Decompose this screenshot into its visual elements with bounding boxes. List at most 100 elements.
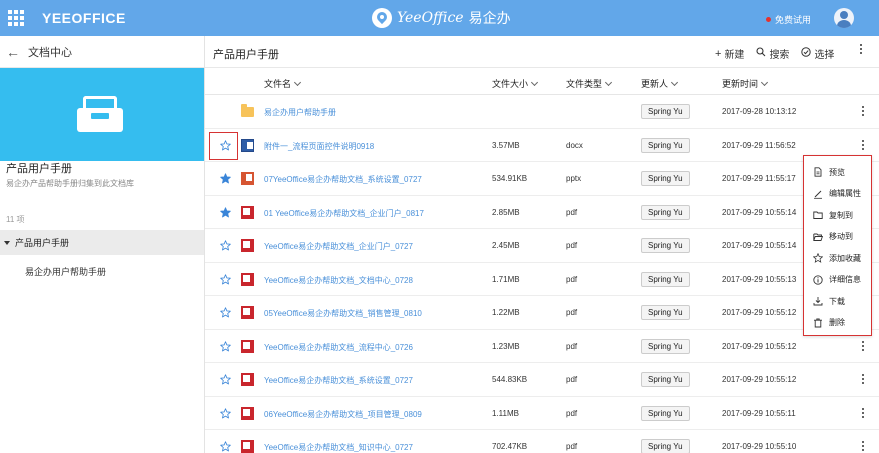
tree-item-selected[interactable]: 产品用户手册 bbox=[0, 230, 204, 255]
updater-badge: Spring Yu bbox=[641, 137, 690, 153]
star-outline-icon[interactable] bbox=[220, 407, 231, 419]
updater-badge: Spring Yu bbox=[641, 238, 690, 253]
file-name-link[interactable]: YeeOffice易企办帮助文档_系统设置_0727 bbox=[264, 375, 413, 386]
menu-item[interactable]: 预览 bbox=[804, 162, 871, 182]
file-name-link[interactable]: YeeOffice易企办帮助文档_文档中心_0728 bbox=[264, 275, 413, 286]
file-size: 2.45MB bbox=[492, 241, 520, 250]
select-button[interactable]: 选择 bbox=[801, 46, 834, 61]
table-row[interactable]: 05YeeOffice易企办帮助文档_销售管理_0810 1.22MB pdf Spr… bbox=[205, 296, 879, 330]
star-outline-icon[interactable] bbox=[220, 273, 231, 285]
col-name[interactable]: 文件名 bbox=[264, 77, 302, 90]
menu-item[interactable]: 添加收藏 bbox=[804, 248, 871, 268]
file-name-link[interactable]: YeeOffice易企办帮助文档_企业门户_0727 bbox=[264, 241, 413, 252]
free-trial-label: 免费试用 bbox=[775, 15, 812, 25]
logo-text: YeeOffice bbox=[397, 10, 464, 26]
file-name-link[interactable]: 05YeeOffice易企办帮助文档_销售管理_0810 bbox=[264, 308, 422, 319]
file-name-link[interactable]: 06YeeOffice易企办帮助文档_项目管理_0809 bbox=[264, 409, 422, 420]
tree-item-child[interactable]: 易企办用户帮助手册 bbox=[25, 265, 106, 278]
pdf-file-icon bbox=[241, 306, 254, 319]
row-more-icon[interactable] bbox=[861, 441, 865, 453]
chevron-down-icon bbox=[604, 78, 613, 87]
menu-item-label: 删除 bbox=[829, 318, 845, 327]
file-name-link[interactable]: 07YeeOffice易企办帮助文档_系统设置_0727 bbox=[264, 174, 422, 185]
star-outline-icon[interactable] bbox=[220, 441, 231, 452]
star-outline-icon[interactable] bbox=[220, 240, 231, 251]
table-row[interactable]: 易企办用户帮助手册 Spring Yu 2017-09-28 10:13:12 bbox=[205, 95, 879, 129]
row-more-icon[interactable] bbox=[861, 374, 865, 386]
file-type: docx bbox=[566, 140, 583, 150]
file-size: 544.83KB bbox=[492, 375, 528, 384]
caret-down-icon[interactable] bbox=[4, 240, 10, 245]
info-icon bbox=[813, 274, 823, 285]
menu-item[interactable]: 复制到 bbox=[804, 205, 871, 225]
chevron-down-icon bbox=[293, 78, 302, 87]
update-time: 2017-09-29 10:55:10 bbox=[722, 442, 797, 451]
logo-cn-text: 易企办 bbox=[468, 10, 511, 26]
item-count: 11 项 bbox=[6, 215, 25, 224]
menu-item[interactable]: 详细信息 bbox=[804, 270, 871, 290]
file-type: pptx bbox=[566, 174, 582, 183]
col-updater[interactable]: 更新人 bbox=[641, 77, 679, 90]
updater-badge: Spring Yu bbox=[641, 104, 690, 119]
row-more-icon[interactable] bbox=[861, 407, 865, 420]
col-time[interactable]: 更新时间 bbox=[722, 77, 769, 90]
star-filled-icon[interactable] bbox=[220, 206, 231, 218]
file-name-link[interactable]: 01 YeeOffice易企办帮助文档_企业门户_0817 bbox=[264, 208, 424, 219]
menu-item[interactable]: 移动到 bbox=[804, 227, 871, 247]
menu-item[interactable]: 删除 bbox=[804, 313, 871, 333]
user-avatar[interactable] bbox=[834, 8, 854, 28]
new-label: 新建 bbox=[724, 50, 745, 61]
star-outline-icon[interactable] bbox=[220, 307, 231, 318]
file-size: 1.71MB bbox=[492, 274, 520, 284]
update-time: 2017-09-29 11:56:52 bbox=[722, 140, 796, 150]
file-name-link[interactable]: 附件一_流程页面控件说明0918 bbox=[264, 141, 374, 152]
file-type: pdf bbox=[566, 207, 578, 217]
menu-item-label: 编辑属性 bbox=[829, 189, 861, 198]
pdf-file-icon bbox=[241, 339, 254, 353]
free-trial-link[interactable]: 免费试用 bbox=[766, 13, 811, 26]
file-type: pdf bbox=[566, 375, 578, 384]
updater-badge: Spring Yu bbox=[641, 405, 690, 421]
file-name-link[interactable]: YeeOffice易企办帮助文档_流程中心_0726 bbox=[264, 342, 413, 353]
table-row[interactable]: 01 YeeOffice易企办帮助文档_企业门户_0817 2.85MB pdf Sp… bbox=[205, 196, 879, 229]
menu-item-label: 预览 bbox=[829, 167, 845, 177]
updater-badge: Spring Yu bbox=[641, 171, 690, 186]
menu-item[interactable]: 编辑属性 bbox=[804, 184, 871, 204]
row-more-icon[interactable] bbox=[861, 340, 865, 353]
row-more-icon[interactable] bbox=[861, 106, 865, 118]
table-row[interactable]: YeeOffice易企办帮助文档_文档中心_0728 1.71MB pdf Sprin… bbox=[205, 263, 879, 296]
menu-item[interactable]: 下载 bbox=[804, 291, 871, 311]
table-row[interactable]: YeeOffice易企办帮助文档_系统设置_0727 544.83KB pdf Spr… bbox=[205, 363, 879, 397]
file-name-link[interactable]: 易企办用户帮助手册 bbox=[264, 107, 336, 118]
row-more-icon[interactable] bbox=[861, 139, 865, 152]
app-grid-icon[interactable] bbox=[8, 10, 24, 26]
table-row[interactable]: 07YeeOffice易企办帮助文档_系统设置_0727 534.91KB pptx… bbox=[205, 162, 879, 196]
tree-item-label: 产品用户手册 bbox=[15, 238, 70, 248]
select-label: 选择 bbox=[814, 50, 835, 61]
file-name-link[interactable]: YeeOffice易企办帮助文档_知识中心_0727 bbox=[264, 442, 413, 453]
new-button[interactable]: + 新建 bbox=[715, 46, 745, 62]
page-title: 产品用户手册 bbox=[213, 49, 279, 61]
more-options-icon[interactable] bbox=[859, 44, 863, 58]
col-type[interactable]: 文件类型 bbox=[566, 77, 613, 90]
table-row[interactable]: YeeOffice易企办帮助文档_知识中心_0727 702.47KB pdf Spr… bbox=[205, 430, 879, 453]
update-time: 2017-09-28 10:13:12 bbox=[722, 107, 797, 116]
star-outline-icon[interactable] bbox=[220, 340, 231, 352]
menu-item-label: 详细信息 bbox=[829, 275, 861, 284]
table-row[interactable]: YeeOffice易企办帮助文档_流程中心_0726 1.23MB pdf Sprin… bbox=[205, 330, 879, 363]
star-outline-icon[interactable] bbox=[220, 374, 231, 385]
menu-item-label: 下载 bbox=[829, 296, 845, 306]
star-filled-icon[interactable] bbox=[220, 173, 231, 184]
col-size[interactable]: 文件大小 bbox=[492, 77, 539, 90]
word-file-icon bbox=[241, 138, 254, 152]
table-row[interactable]: 附件一_流程页面控件说明0918 3.57MB docx Spring Yu 2017-… bbox=[205, 129, 879, 162]
library-title: 产品用户手册 bbox=[6, 163, 72, 175]
table-row[interactable]: 06YeeOffice易企办帮助文档_项目管理_0809 1.11MB pdf Spr… bbox=[205, 397, 879, 430]
search-button[interactable]: 搜索 bbox=[756, 46, 789, 61]
red-dot-icon bbox=[766, 17, 771, 22]
back-arrow-icon[interactable]: ← bbox=[6, 44, 20, 60]
update-time: 2017-09-29 10:55:12 bbox=[722, 308, 797, 317]
toolbar-actions: + 新建 搜索 选择 bbox=[715, 46, 834, 61]
table-row[interactable]: YeeOffice易企办帮助文档_企业门户_0727 2.45MB pdf Sprin… bbox=[205, 229, 879, 263]
doc-center-title: 文档中心 bbox=[28, 46, 72, 59]
